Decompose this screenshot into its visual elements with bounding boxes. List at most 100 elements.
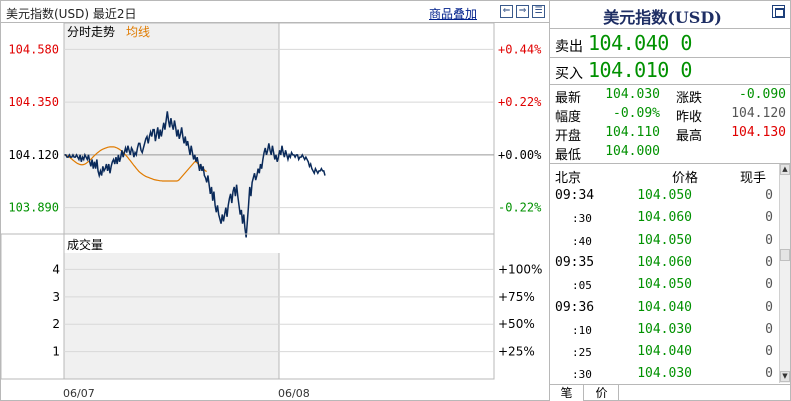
restore-window-icon[interactable] <box>772 5 785 18</box>
percent-axis: +0.44% +0.22% +0.00% -0.22% <box>498 42 542 214</box>
tick-time: :25 <box>572 346 592 360</box>
tick-price: 104.050 <box>637 277 692 293</box>
scroll-down-icon[interactable]: ▼ <box>780 371 790 382</box>
divider <box>550 84 790 85</box>
tick-volume: 0 <box>765 188 773 203</box>
tick-time: :10 <box>572 323 592 337</box>
divider <box>550 163 790 164</box>
volume-percent-label: +75% <box>498 290 535 304</box>
stat-prevclose-value: 104.120 <box>731 106 786 121</box>
price-axis: 104.580 104.350 104.120 103.890 <box>8 42 59 214</box>
tick-row: 09:34 104.050 0 <box>550 186 779 208</box>
stat-change-label: 涨跌 <box>676 91 703 106</box>
volume-percent-label: +25% <box>498 345 535 359</box>
x-label-day1: 06/07 <box>63 387 95 400</box>
volume-tick-label: 4 <box>52 262 60 276</box>
stat-change-value: -0.090 <box>739 87 786 102</box>
buy-value: 104.010 0 <box>588 58 692 82</box>
tick-price: 104.060 <box>637 254 692 270</box>
tick-row: :40 104.050 0 <box>550 231 779 253</box>
volume-tick-label: 1 <box>52 345 60 359</box>
tab-price[interactable]: 价 <box>585 385 619 401</box>
volume-tick-label: 2 <box>52 317 60 331</box>
sell-value: 104.040 0 <box>588 31 692 55</box>
chart-title: 美元指数(USD) 最近2日 <box>6 7 137 21</box>
tick-row: :10 104.030 0 <box>550 320 779 342</box>
scroll-thumb[interactable] <box>780 249 790 261</box>
tick-price: 104.050 <box>637 188 692 203</box>
legend-average: 均线 <box>126 25 150 39</box>
tick-price: 104.060 <box>637 210 692 226</box>
stat-prevclose-label: 昨收 <box>676 110 703 125</box>
overlay-commodity-link[interactable]: 商品叠加 <box>429 5 477 22</box>
tick-scrollbar[interactable]: ▲ ▼ <box>779 164 790 383</box>
volume-percent-label: +100% <box>498 262 542 276</box>
tick-time: :40 <box>572 234 592 248</box>
tick-header-location: 北京 <box>555 171 582 186</box>
stat-open-label: 开盘 <box>555 129 582 144</box>
tick-header-price: 价格 <box>672 171 699 186</box>
tick-volume: 0 <box>765 344 773 360</box>
price-tick-label: 104.350 <box>8 95 59 109</box>
chart-panel: 美元指数(USD) 最近2日 商品叠加 ⇐ ⇒ ☰ 104.580 104.350… <box>0 0 550 401</box>
bottom-tabs: 笔 价 <box>550 384 790 401</box>
tick-volume: 0 <box>765 366 773 382</box>
stat-open-value: 104.110 <box>605 125 660 140</box>
volume-title: 成交量 <box>67 237 103 252</box>
percent-tick-label: +0.44% <box>498 42 542 56</box>
tick-volume: 0 <box>765 254 773 270</box>
scroll-up-icon[interactable]: ▲ <box>780 164 790 175</box>
tick-time: 09:35 <box>555 254 595 270</box>
volume-tick-label: 3 <box>52 290 60 304</box>
menu-icon[interactable]: ☰ <box>532 5 545 18</box>
day1-volume-background <box>64 253 279 379</box>
legend-price: 分时走势 <box>67 25 115 39</box>
day1-background <box>64 23 279 234</box>
volume-percent-label: +50% <box>498 317 535 331</box>
stat-low-value: 104.000 <box>605 144 660 159</box>
tick-volume: 0 <box>765 210 773 226</box>
tick-volume: 0 <box>765 299 773 315</box>
quote-panel: 美元指数(USD) 卖出 104.040 0 买入 104.010 0 最新 1… <box>550 0 791 401</box>
divider <box>550 28 790 29</box>
price-tick-label: 104.120 <box>8 148 59 162</box>
quote-title: 美元指数(USD) <box>603 8 722 27</box>
tick-price: 104.030 <box>637 321 692 337</box>
tick-price: 104.040 <box>637 299 692 315</box>
volume-percent-axis: +100% +75% +50% +25% <box>498 262 542 358</box>
sell-label: 卖出 <box>555 39 583 55</box>
tick-price: 104.050 <box>637 232 692 248</box>
stat-range-value: -0.09% <box>613 106 660 121</box>
next-arrow-icon[interactable]: ⇒ <box>516 5 529 18</box>
tick-time: :30 <box>572 212 592 226</box>
tick-time: :05 <box>572 279 592 293</box>
stat-high-label: 最高 <box>676 129 703 144</box>
tick-row: 09:35 104.060 0 <box>550 253 779 275</box>
tick-volume: 0 <box>765 321 773 337</box>
tick-time: 09:36 <box>555 299 595 315</box>
tick-row: 09:36 104.040 0 <box>550 298 779 320</box>
percent-tick-label: +0.22% <box>498 95 542 109</box>
tick-volume: 0 <box>765 232 773 248</box>
percent-tick-label: +0.00% <box>498 148 542 162</box>
tick-time: :30 <box>572 368 592 382</box>
x-label-day2: 06/08 <box>278 387 310 400</box>
tick-price: 104.040 <box>637 344 692 360</box>
chart-area[interactable]: 104.580 104.350 104.120 103.890 +0.44% +0.22… <box>1 23 551 401</box>
tick-header-volume: 现手 <box>740 171 767 186</box>
stat-latest-value: 104.030 <box>605 87 660 102</box>
tick-row: :30 104.060 0 <box>550 208 779 230</box>
tick-price: 104.030 <box>637 366 692 382</box>
price-tick-label: 104.580 <box>8 42 59 56</box>
stat-high-value: 104.130 <box>731 125 786 140</box>
buy-label: 买入 <box>555 66 583 82</box>
stat-latest-label: 最新 <box>555 91 582 106</box>
tick-volume: 0 <box>765 277 773 293</box>
chart-titlebar: 美元指数(USD) 最近2日 商品叠加 ⇐ ⇒ ☰ <box>1 1 549 23</box>
prev-arrow-icon[interactable]: ⇐ <box>500 5 513 18</box>
price-tick-label: 103.890 <box>8 201 59 215</box>
tab-ticks[interactable]: 笔 <box>550 385 584 401</box>
stat-low-label: 最低 <box>555 148 582 163</box>
tick-row: :05 104.050 0 <box>550 275 779 297</box>
percent-tick-label: -0.22% <box>498 201 542 215</box>
